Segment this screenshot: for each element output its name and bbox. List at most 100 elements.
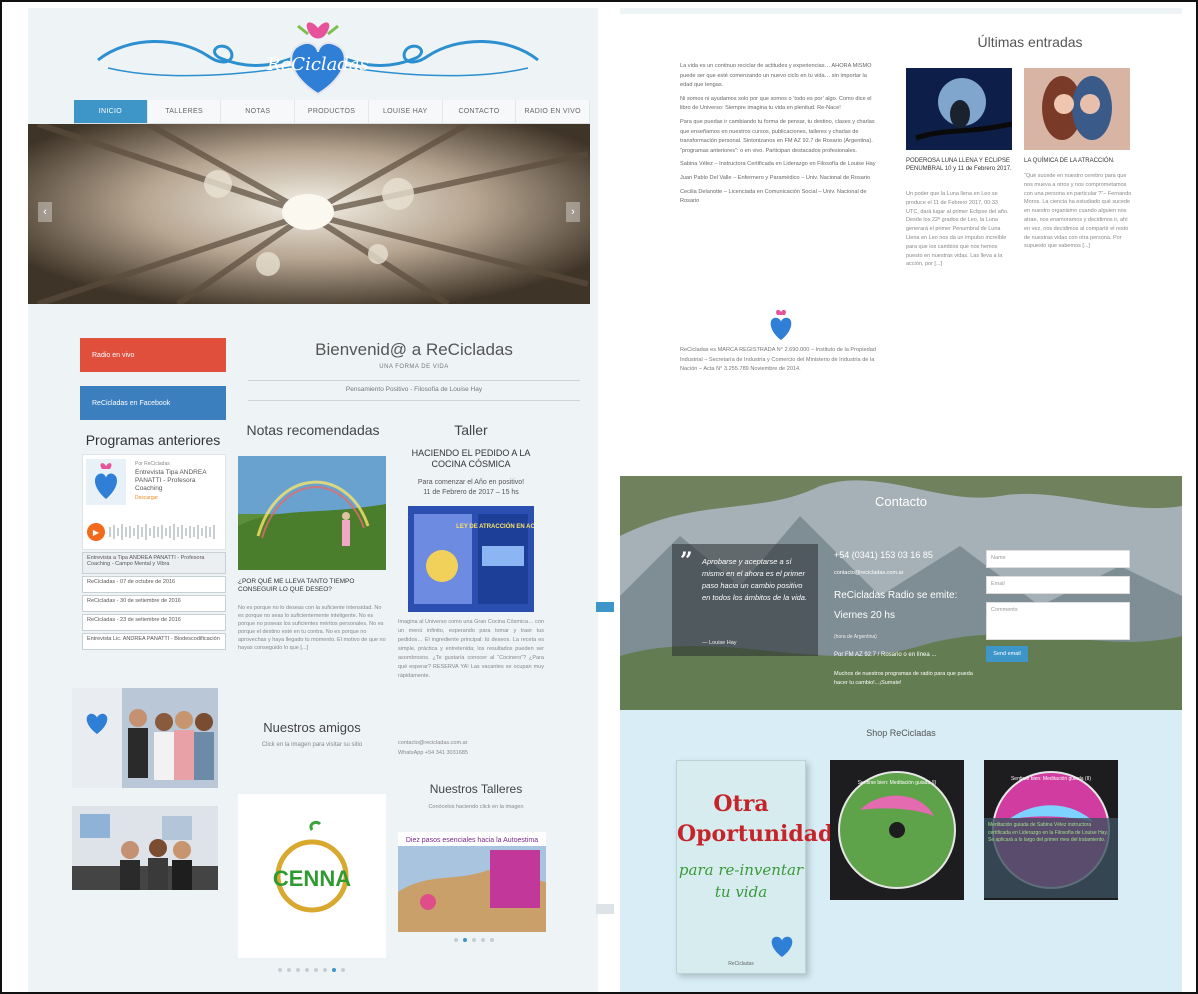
radio-en-vivo-button[interactable]: Radio en vivo — [80, 338, 226, 372]
taller-date: 11 de Febrero de 2017 – 15 hs — [423, 489, 519, 496]
play-icon[interactable]: ▶ — [87, 523, 105, 541]
name-field[interactable]: Name — [986, 550, 1130, 568]
radio-more: Muchos de nuestros programas de radio pa… — [834, 671, 973, 686]
shop-section: Shop ReCicladas Otra Oportunidad para re… — [620, 710, 1182, 992]
logo[interactable]: ReCicladas — [88, 16, 548, 96]
slider-next-icon[interactable]: › — [566, 202, 580, 222]
track-item[interactable]: Entrevista a Tipa ANDREA PANATTI - Profe… — [82, 552, 226, 574]
side-tab[interactable] — [596, 904, 614, 914]
email-field[interactable]: Email — [986, 576, 1130, 594]
nav-louise-hay[interactable]: LOUISE HAY — [369, 100, 443, 123]
taller-title[interactable]: HACIENDO EL PEDIDO A LA COCINA CÓSMICA — [406, 448, 536, 470]
send-email-button[interactable]: Send email — [986, 646, 1028, 662]
heart-logo — [770, 309, 792, 340]
nav-inicio[interactable]: INICIO — [74, 100, 148, 123]
player-author: Por ReCicladas — [135, 461, 170, 467]
talleres-pagination — [454, 938, 494, 942]
team-photo[interactable] — [72, 688, 218, 788]
amigos-subtitle: Click en la imagen para visitar su sitio — [261, 742, 363, 748]
svg-text:Sentirse bien: Meditación guia: Sentirse bien: Meditación guiada (I) — [858, 780, 937, 786]
pager-dot[interactable] — [481, 938, 485, 942]
pager-dot[interactable] — [472, 938, 476, 942]
contact-heading: Contacto — [874, 494, 928, 509]
info-page: Últimas entradas La vida es un continuo … — [620, 8, 1182, 992]
hero-image — [28, 124, 590, 304]
about-member: Cecilia Delanotte – Licenciada en Comuni… — [680, 188, 867, 205]
player-title[interactable]: Entrevista Tipa ANDREA PANATTI - Profeso… — [135, 469, 223, 493]
pager-dot[interactable] — [305, 968, 309, 972]
ultimas-heading: Últimas entradas — [977, 34, 1083, 50]
taller-contact: contacto@recicladas.com.ar WhatsApp +54 … — [398, 738, 544, 758]
notas-post-title[interactable]: ¿POR QUÉ ME LLEVA TANTO TIEMPO CONSEGUIR… — [238, 578, 386, 594]
shop-heading: Shop ReCicladas — [866, 728, 936, 738]
svg-text:Diez pasos esenciales hacia la: Diez pasos esenciales hacia la Autoestim… — [406, 837, 538, 844]
pager-dot[interactable] — [278, 968, 282, 972]
screenshot-frame: ReCicladas INICIO TALLERES NOTAS PRODUCT… — [0, 0, 1198, 994]
post-excerpt: Un poder que la Luna llena en Leo se pro… — [906, 191, 1009, 268]
book-subtitle: para re-inventar tu vida — [678, 861, 804, 901]
player-download-link[interactable]: Descargar — [135, 495, 158, 501]
slider-prev-icon[interactable]: ‹ — [38, 202, 52, 222]
track-item[interactable]: ReCicladas - 07 de octubre de 2016 — [82, 576, 226, 593]
post-title[interactable]: LA QUÍMICA DE LA ATRACCIÓN. — [1024, 158, 1134, 166]
post-thumbnail-eclipse[interactable] — [906, 68, 1012, 150]
about-member: Sabina Vélez – Instructora Certificada e… — [680, 161, 876, 168]
side-tab[interactable] — [596, 602, 614, 612]
cd-product[interactable]: Sentirse bien: Meditación guiada (I) — [830, 760, 964, 900]
post-thumbnail-quimica[interactable] — [1024, 68, 1130, 150]
about-text: La vida es un continuo reciclar de actit… — [680, 62, 880, 211]
pager-dot[interactable] — [454, 938, 458, 942]
notas-image[interactable] — [238, 456, 386, 570]
quote-text: Aprobarse y aceptarse a sí mismo en el a… — [702, 557, 808, 602]
radio-schedule: ReCicladas Radio se emite: Viernes 20 hs — [834, 586, 984, 626]
svg-text:ReCicladas: ReCicladas — [266, 54, 369, 75]
nav-notas[interactable]: NOTAS — [221, 100, 296, 123]
pager-dot[interactable] — [296, 968, 300, 972]
cenna-logo[interactable]: CENNA — [238, 794, 386, 958]
talleres-heading: Nuestros Talleres — [429, 782, 523, 796]
about-member: Juan Pablo Del Valle – Enfermero y Param… — [680, 174, 871, 181]
radio-fm[interactable]: Por FM AZ 92.7 / Rosario o en línea ... — [834, 652, 936, 658]
nav-radio-en-vivo[interactable]: RADIO EN VIVO — [516, 100, 591, 123]
pager-dot[interactable] — [490, 938, 494, 942]
post-title[interactable]: PODEROSA LUNA LLENA Y ECLIPSE PENUMBRAL … — [906, 158, 1016, 173]
taller-email[interactable]: contacto@recicladas.com.ar — [398, 738, 544, 748]
talleres-subtitle: Conócelos haciendo click en la imagen — [428, 804, 524, 810]
about-paragraph: Para que puedas ir cambiando tu forma de… — [680, 118, 875, 154]
contact-phone: +54 (0341) 153 03 16 85 — [834, 550, 933, 560]
contact-section: Contacto ” Aprobarse y aceptarse a sí mi… — [620, 476, 1182, 710]
comments-field[interactable]: Comments — [986, 602, 1130, 640]
post-excerpt: “Qué sucede en nuestro cerebro para que … — [1024, 173, 1132, 250]
track-item[interactable]: ReCicladas - 30 de setiembre de 2016 — [82, 595, 226, 612]
pager-dot[interactable] — [341, 968, 345, 972]
pager-dot[interactable] — [323, 968, 327, 972]
nav-productos[interactable]: PRODUCTOS — [295, 100, 369, 123]
studio-photo[interactable] — [72, 806, 218, 890]
quote-author: — Louise Hay — [702, 640, 737, 646]
program-thumbnail[interactable] — [86, 459, 126, 505]
nav-contacto[interactable]: CONTACTO — [443, 100, 517, 123]
taller-flyer[interactable]: LEY DE ATRACCIÓN EN ACCIÓN — [408, 506, 534, 612]
pager-dot[interactable] — [314, 968, 318, 972]
pager-dot[interactable] — [287, 968, 291, 972]
divider — [248, 380, 580, 381]
book-title: Otra Oportunidad — [677, 791, 834, 847]
taller-subtitle-line: Para comenzar el Año en positivo! — [417, 479, 525, 486]
track-item[interactable]: Entrevista Lic. ANDREA PANATTI - Biodesc… — [82, 633, 226, 650]
top-strip — [620, 8, 1182, 14]
facebook-button[interactable]: ReCicladas en Facebook — [80, 386, 226, 420]
registered-trademark: ReCicladas es MARCA REGISTRADA N° 2.690.… — [680, 347, 876, 373]
about-paragraph: Ni somos ni ayudamos solo por que somos … — [680, 95, 872, 112]
waveform[interactable] — [87, 521, 223, 543]
cd-description-overlay: Meditación guiada de Sabina Vélez instru… — [984, 818, 1118, 898]
pager-dot-active[interactable] — [463, 938, 467, 942]
nav-talleres[interactable]: TALLERES — [148, 100, 222, 123]
welcome-tagline: Pensamiento Positivo - Filosofía de Loui… — [345, 386, 483, 393]
radio-line: ReCicladas Radio se emite: — [834, 590, 958, 601]
book-product[interactable]: Otra Oportunidad para re-inventar tu vid… — [676, 760, 834, 974]
taller-heading: Taller — [454, 422, 488, 438]
talleres-banner[interactable]: Diez pasos esenciales hacia la Autoestim… — [398, 832, 546, 932]
pager-dot-active[interactable] — [332, 968, 336, 972]
contact-email[interactable]: contacto@recicladas.com.ar — [834, 570, 903, 576]
track-item[interactable]: ReCicladas - 23 de setiembre de 2016 — [82, 614, 226, 631]
